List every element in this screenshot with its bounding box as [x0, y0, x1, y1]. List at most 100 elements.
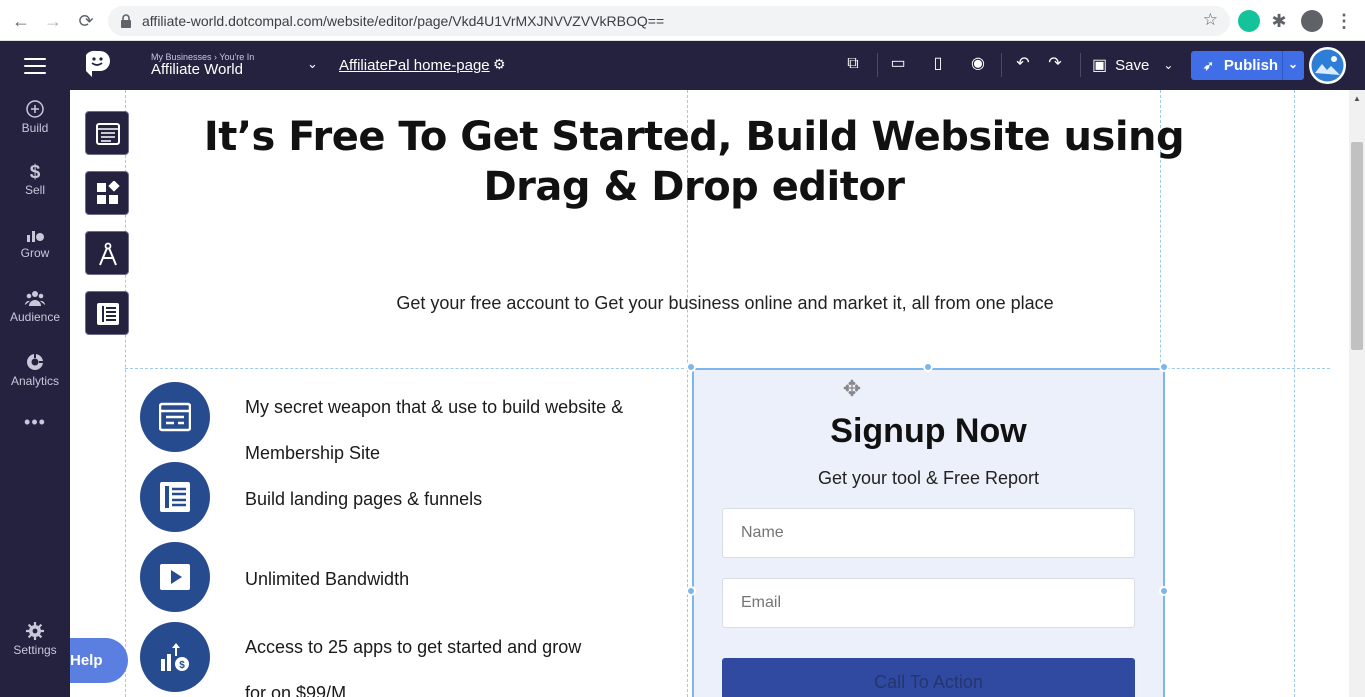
feature-text[interactable]: My secret weapon that & use to build web…	[245, 384, 623, 430]
help-label: Help	[70, 652, 103, 669]
browser-menu-icon[interactable]: ⋮	[1333, 10, 1355, 32]
hero-title[interactable]: It’s Free To Get Started, Build Website …	[154, 112, 1234, 212]
publish-divider	[1282, 51, 1283, 80]
sidebar-item-build[interactable]: Build	[0, 99, 70, 135]
sidebar-item-sell[interactable]: $ Sell	[0, 161, 70, 197]
sidebar-item-label: Analytics	[10, 374, 60, 388]
extensions-puzzle-icon[interactable]: ✱	[1268, 10, 1290, 32]
reload-icon[interactable]: ⟳	[75, 10, 97, 32]
sections-icon	[96, 123, 120, 145]
chevron-down-icon[interactable]: ⌄	[1288, 57, 1298, 71]
design-tool-button[interactable]	[85, 231, 129, 275]
feature-icon-circle	[140, 382, 210, 452]
audience-icon	[25, 291, 45, 306]
move-drag-icon[interactable]: ✥	[840, 377, 864, 401]
name-field[interactable]	[722, 508, 1135, 558]
editor-canvas[interactable]: It’s Free To Get Started, Build Website …	[70, 90, 1349, 697]
gear-icon	[26, 622, 44, 640]
rocket-icon: ➶	[1203, 57, 1214, 73]
chevron-down-icon[interactable]: ⌄	[307, 56, 318, 72]
forward-arrow-icon[interactable]: →	[42, 10, 64, 32]
sidebar-item-grow[interactable]: Grow	[0, 224, 70, 260]
sidebar-item-label: Settings	[13, 643, 57, 657]
widgets-tool-button[interactable]	[85, 171, 129, 215]
widgets-icon	[97, 181, 120, 204]
desktop-view-icon[interactable]: ▭	[888, 54, 908, 74]
signup-subtitle[interactable]: Get your tool & Free Report	[692, 468, 1165, 489]
email-field[interactable]	[722, 578, 1135, 628]
lock-icon	[121, 14, 131, 28]
guide-line	[1294, 90, 1295, 697]
save-label: Save	[1115, 56, 1150, 74]
sections-tool-button[interactable]	[85, 111, 129, 155]
browser-toolbar: ← → ⟳ affiliate-world.dotcompal.com/webs…	[0, 0, 1365, 41]
sidebar-item-audience[interactable]: Audience	[0, 288, 70, 324]
feature-icon-circle: $	[140, 622, 210, 692]
avatar[interactable]	[1309, 47, 1346, 84]
floppy-disk-icon: ▣	[1092, 57, 1108, 74]
resize-handle[interactable]	[1159, 586, 1169, 596]
hamburger-menu-icon[interactable]	[24, 58, 46, 74]
resize-handle[interactable]	[686, 362, 696, 372]
feature-text[interactable]: Membership Site	[245, 430, 380, 476]
feature-text[interactable]: Unlimited Bandwidth	[245, 556, 409, 602]
help-button[interactable]: Help	[70, 638, 128, 683]
page-layout-icon[interactable]: ⧉	[843, 54, 863, 74]
sidebar-item-label: Sell	[24, 183, 45, 197]
publish-button[interactable]: ➶ Publish ⌄	[1191, 51, 1304, 80]
browser-window-icon	[159, 402, 191, 432]
sidebar-item-label: Audience	[9, 310, 61, 324]
landing-page-icon	[160, 482, 190, 512]
feature-icon-circle	[140, 462, 210, 532]
address-bar[interactable]: affiliate-world.dotcompal.com/website/ed…	[108, 6, 1230, 36]
url-text: affiliate-world.dotcompal.com/website/ed…	[142, 13, 665, 29]
compass-icon	[99, 242, 117, 266]
layers-list-icon	[97, 303, 119, 325]
editor-toolbar: My Businesses › You're In Affiliate Worl…	[0, 41, 1365, 90]
feature-text[interactable]: Build landing pages & funnels	[245, 476, 482, 522]
sidebar-item-label: Build	[21, 121, 49, 135]
svg-text:$: $	[179, 660, 185, 671]
scroll-up-arrow-icon[interactable]: ▲	[1352, 94, 1362, 104]
scroll-thumb[interactable]	[1351, 142, 1363, 350]
toolbar-divider	[1001, 53, 1002, 77]
hero-subtitle[interactable]: Get your free account to Get your busine…	[220, 293, 1230, 314]
feature-icon-circle	[140, 542, 210, 612]
publish-label: Publish	[1223, 57, 1279, 74]
chevron-down-icon[interactable]: ⌄	[1163, 58, 1173, 72]
grow-chart-icon	[27, 231, 44, 242]
page-name-link[interactable]: AffiliatePal home-page	[339, 57, 490, 74]
save-button[interactable]: ▣ Save ⌄	[1092, 52, 1173, 78]
mobile-view-icon[interactable]: ▯	[928, 54, 948, 74]
video-play-icon	[160, 564, 190, 590]
call-to-action-button[interactable]: Call To Action	[722, 658, 1135, 697]
grammarly-extension-icon[interactable]	[1238, 10, 1260, 32]
preview-eye-icon[interactable]: ◉	[968, 54, 988, 74]
left-sidebar: Build $ Sell Grow Audience Analytics •••…	[0, 90, 70, 697]
plus-circle-icon	[26, 100, 44, 118]
profile-icon[interactable]	[1301, 10, 1323, 32]
business-name[interactable]: Affiliate World	[151, 61, 243, 78]
toolbar-divider	[1080, 53, 1081, 77]
undo-icon[interactable]: ↶	[1013, 54, 1033, 74]
back-arrow-icon[interactable]: ←	[10, 10, 32, 32]
sidebar-item-analytics[interactable]: Analytics	[0, 352, 70, 388]
resize-handle[interactable]	[686, 586, 696, 596]
redo-icon[interactable]: ↷	[1045, 54, 1065, 74]
page-settings-gear-icon[interactable]: ⚙	[493, 56, 506, 73]
vertical-scrollbar[interactable]: ▲	[1349, 90, 1365, 697]
resize-handle[interactable]	[1159, 362, 1169, 372]
analytics-icon	[27, 354, 43, 370]
sidebar-item-settings[interactable]: Settings	[0, 621, 70, 657]
feature-text[interactable]: for on $99/M	[245, 670, 346, 697]
dollar-icon: $	[30, 162, 41, 181]
toolbar-divider	[877, 53, 878, 77]
resize-handle[interactable]	[923, 362, 933, 372]
sidebar-more-icon[interactable]: •••	[0, 412, 70, 433]
feature-text[interactable]: Access to 25 apps to get started and gro…	[245, 624, 581, 670]
layers-tool-button[interactable]	[85, 291, 129, 335]
signup-title[interactable]: Signup Now	[692, 412, 1165, 451]
svg-text:$: $	[30, 162, 41, 181]
growth-apps-icon: $	[161, 643, 189, 671]
bookmark-star-icon[interactable]: ☆	[1203, 10, 1218, 30]
